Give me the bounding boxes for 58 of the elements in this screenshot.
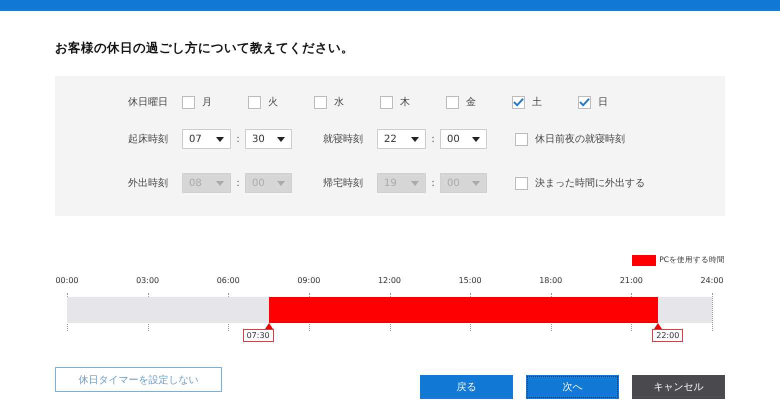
caret-icon [277,136,285,142]
tick-label: 00:00 [55,276,79,285]
checkbox-label: 金 [466,96,476,109]
pointer-icon [264,323,273,329]
caret-icon [411,136,419,142]
checkbox-label: 火 [268,96,278,109]
checkbox[interactable] [515,132,528,146]
tick-label: 21:00 [620,276,643,285]
field-label: 外出時刻 [128,176,169,190]
checkbox-label: 日 [598,96,608,109]
time-separator: : [430,178,436,188]
checkbox[interactable] [182,96,195,108]
tick-label: 18:00 [539,276,562,285]
checkbox[interactable] [515,176,528,190]
field-label: 休日曜日 [128,96,169,109]
tick-label: 06:00 [216,276,240,285]
time-separator: : [235,178,241,188]
minute-dropdown[interactable]: 30 [245,129,292,149]
pointer-icon [654,323,662,329]
caret-icon [277,180,285,186]
checkbox[interactable] [380,96,393,108]
page-title: お客様の休日の過ごし方について教えてください。 [55,40,355,56]
checkbox[interactable] [314,96,327,108]
checkbox[interactable] [446,96,459,108]
tick-label: 09:00 [297,276,320,285]
legend-swatch [632,254,656,266]
tick-label: 12:00 [378,276,402,285]
field-label: 就寝時刻 [323,132,364,146]
checkbox-label: 水 [334,96,344,109]
tick-label: 15:00 [458,276,482,285]
time-separator: : [430,134,436,144]
checkbox[interactable] [248,96,261,108]
field-label: 起床時刻 [128,132,169,146]
time-separator: : [235,134,241,144]
checkbox-label: 土 [532,96,542,109]
hour-dropdown[interactable]: 22 [377,129,426,149]
hour-dropdown[interactable]: 07 [182,129,231,149]
start-time-marker: 07:30 [242,329,274,342]
caret-icon [472,136,480,142]
tick-label: 03:00 [136,276,160,285]
checkbox-label: 決まった時間に外出する [535,176,645,190]
checkbox-label: 月 [202,96,212,109]
checkbox[interactable] [512,96,525,108]
no-timer-button[interactable]: 休日タイマーを設定しない [55,367,222,392]
caret-icon [472,180,480,186]
caret-icon [216,136,224,142]
nav-button[interactable]: 戻る [420,375,513,399]
nav-button[interactable]: 次へ [526,375,619,399]
minute-dropdown[interactable]: 00 [440,129,487,149]
caret-icon [411,180,419,186]
checkbox-label: 木 [400,96,410,109]
caret-icon [216,180,224,186]
field-label: 帰宅時刻 [323,176,364,190]
tick-label: 24:00 [700,276,724,285]
nav-button[interactable]: キャンセル [632,375,725,399]
checkbox-label: 休日前夜の就寝時刻 [535,132,625,146]
end-time-marker: 22:00 [652,329,684,342]
checkbox[interactable] [578,96,591,108]
